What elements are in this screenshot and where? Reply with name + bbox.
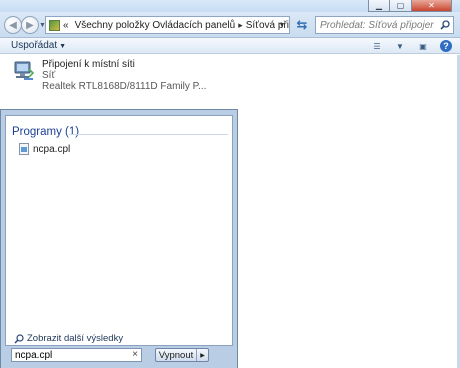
connection-status: Síť <box>42 70 56 81</box>
connection-adapter: Realtek RTL8168D/8111D Family P... <box>42 81 207 92</box>
search-input[interactable] <box>316 17 436 33</box>
organize-label: Uspořádat <box>11 40 58 51</box>
chevron-down-icon: ▼ <box>396 41 404 51</box>
search-box[interactable] <box>315 16 454 34</box>
help-icon: ? <box>443 41 449 51</box>
maximize-button[interactable]: ▢ <box>390 0 412 12</box>
command-bar: Uspořádat ▼ ☰ ▼ ▣ ? <box>0 38 460 54</box>
search-icon <box>14 333 24 344</box>
change-view-button[interactable]: ☰ <box>371 40 383 52</box>
group-divider <box>70 134 228 135</box>
control-panel-icon <box>49 19 60 31</box>
search-icon[interactable] <box>440 20 450 30</box>
navigation-bar: ◀ ▶ ▼ « Všechny položky Ovládacích panel… <box>0 12 460 38</box>
breadcrumb-chevron-icon[interactable]: ▸ <box>238 20 243 31</box>
network-connection-item[interactable]: Připojení k místní síti Síť Realtek RTL8… <box>12 59 206 92</box>
start-menu: Programy (1) ncpa.cpl Zobrazit další výs… <box>0 109 238 368</box>
forward-arrow-icon: ▶ <box>26 19 34 31</box>
chevron-down-icon: ▼ <box>59 43 67 50</box>
shutdown-options-arrow-icon[interactable]: ▶ <box>196 349 208 361</box>
address-dropdown-icon[interactable]: ▼ <box>275 17 289 33</box>
view-list-icon: ☰ <box>373 41 381 51</box>
search-results-panel: Programy (1) ncpa.cpl Zobrazit další výs… <box>5 115 233 346</box>
close-icon: ✕ <box>428 0 435 10</box>
view-controls: ☰ ▼ ▣ ? <box>371 40 452 52</box>
control-panel-file-icon <box>19 143 29 155</box>
shutdown-label: Vypnout <box>158 349 194 361</box>
address-bar[interactable]: « Všechny položky Ovládacích panelů ▸ Sí… <box>45 16 290 34</box>
help-button[interactable]: ? <box>440 40 452 52</box>
see-more-results-link[interactable]: Zobrazit další výsledky <box>14 333 123 344</box>
back-button[interactable]: ◀ <box>4 16 22 34</box>
refresh-button[interactable]: ⇆ <box>293 16 311 34</box>
start-search-input[interactable] <box>12 349 124 362</box>
view-dropdown-button[interactable]: ▼ <box>394 40 406 52</box>
close-button[interactable]: ✕ <box>412 0 452 12</box>
breadcrumb-control-panel[interactable]: Všechny položky Ovládacích panelů <box>75 20 236 31</box>
see-more-results-label: Zobrazit další výsledky <box>27 333 124 344</box>
organize-button[interactable]: Uspořádat ▼ <box>11 40 66 51</box>
caption-buttons: ▁ ▢ ✕ <box>368 0 452 12</box>
minimize-icon: ▁ <box>375 0 383 10</box>
start-search-box[interactable]: × <box>11 348 142 362</box>
clear-search-icon[interactable]: × <box>132 349 138 361</box>
window-titlebar: ▁ ▢ ✕ <box>0 0 460 12</box>
back-arrow-icon: ◀ <box>9 19 17 31</box>
shutdown-button[interactable]: Vypnout ▶ <box>155 348 209 362</box>
refresh-icon: ⇆ <box>296 17 308 32</box>
address-overflow[interactable]: « <box>63 20 69 31</box>
maximize-icon: ▢ <box>396 0 405 10</box>
preview-pane-button[interactable]: ▣ <box>417 40 429 52</box>
minimize-button[interactable]: ▁ <box>368 0 390 12</box>
connection-name: Připojení k místní síti <box>42 59 135 70</box>
result-label: ncpa.cpl <box>33 143 71 155</box>
forward-button[interactable]: ▶ <box>21 16 39 34</box>
result-item[interactable]: ncpa.cpl <box>19 143 70 155</box>
results-group-heading[interactable]: Programy (1) <box>12 126 79 138</box>
preview-pane-icon: ▣ <box>419 41 427 51</box>
network-adapter-icon <box>14 61 35 80</box>
